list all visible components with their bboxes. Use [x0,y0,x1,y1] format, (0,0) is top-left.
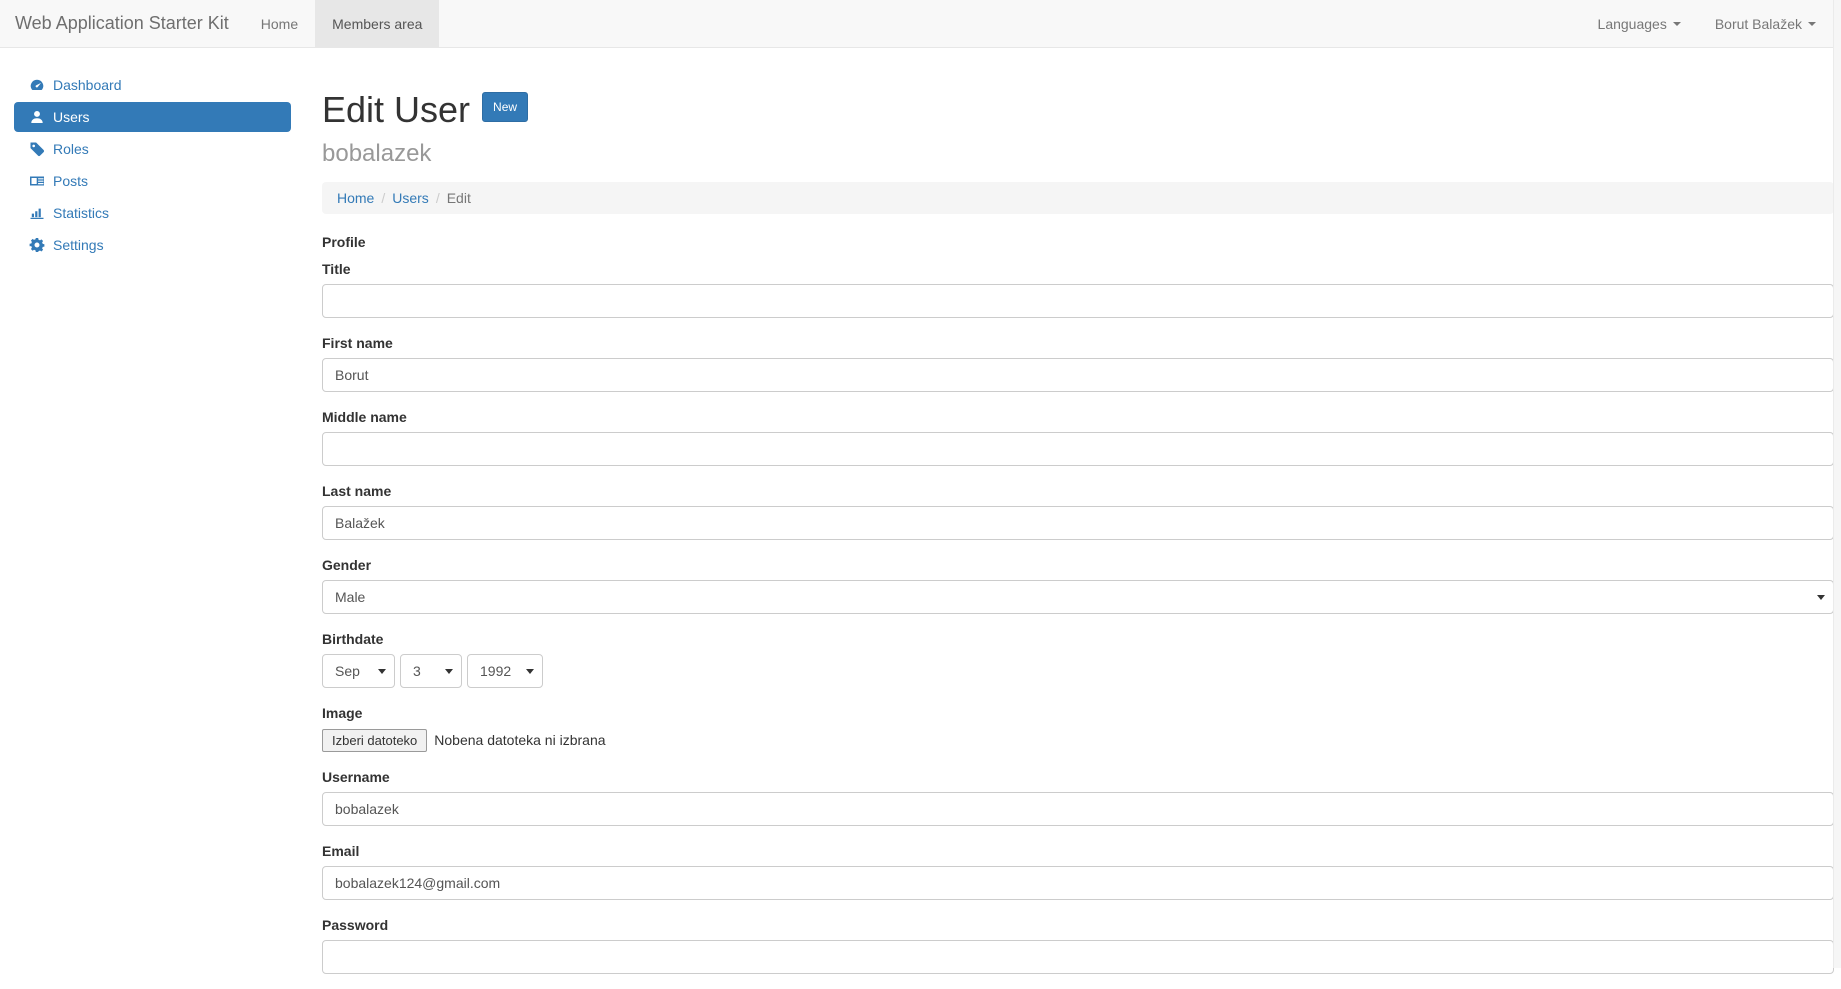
email-label: Email [322,843,360,860]
middle-name-label: Middle name [322,409,407,426]
page-layout: Dashboard Users Roles Posts Statistics S… [0,70,1841,989]
user-dropdown[interactable]: Borut Balažek [1698,0,1833,47]
choose-file-button[interactable]: Izberi datoteko [322,728,428,752]
title-group: Title [322,259,1834,319]
breadcrumb: Home / Users / Edit [322,182,1834,215]
edit-user-form: Profile Title First name Middle name Las… [322,234,1834,975]
breadcrumb-home[interactable]: Home [337,190,374,206]
first-name-label: First name [322,335,393,352]
page-subtitle: bobalazek [322,139,432,167]
sidebar-item-settings[interactable]: Settings [14,230,291,260]
profile-section-label: Profile [322,234,366,251]
birthdate-day-select[interactable]: 3 [400,654,462,689]
title-label: Title [322,261,351,278]
nav-tab-members-area[interactable]: Members area [315,0,440,47]
password-label: Password [322,917,389,934]
username-input[interactable] [322,792,1834,827]
gender-select-wrap: Male [322,580,1834,615]
birthdate-group: Birthdate Sep 3 1992 [322,629,1834,689]
gender-label: Gender [322,557,372,574]
birthdate-label: Birthdate [322,631,384,648]
page-title-text: Edit User [322,89,471,130]
sidebar-item-label: Dashboard [53,77,122,93]
tachometer-icon [29,77,45,93]
breadcrumb-separator: / [435,190,440,207]
main-content: Edit User New bobalazek Home / Users / Ed… [322,70,1834,989]
image-file-input: Izberi datoteko Nobena datoteka ni izbra… [322,728,1834,752]
birthdate-month-select[interactable]: Sep [322,654,395,689]
first-name-group: First name [322,333,1834,393]
sidebar-item-label: Roles [53,141,89,157]
title-input[interactable] [322,284,1834,319]
languages-label: Languages [1597,15,1667,32]
user-name-label: Borut Balažek [1714,15,1802,32]
top-navbar: Web Application Starter Kit Home Members… [0,0,1841,48]
last-name-group: Last name [322,481,1834,541]
image-label: Image [322,705,363,722]
navbar-tabs: Home Members area [244,0,440,47]
birthdate-month-wrap: Sep [322,654,395,689]
breadcrumb-edit: Edit [446,190,471,207]
image-group: Image Izberi datoteko Nobena datoteka ni… [322,703,1834,752]
languages-dropdown[interactable]: Languages [1581,0,1698,47]
file-status-text: Nobena datoteka ni izbrana [434,732,606,749]
sidebar-item-statistics[interactable]: Statistics [14,198,291,228]
username-group: Username [322,767,1834,827]
gear-icon [29,237,45,253]
password-input[interactable] [322,940,1834,975]
middle-name-input[interactable] [322,432,1834,467]
user-icon [29,109,45,125]
email-input[interactable] [322,866,1834,901]
sidebar-item-label: Posts [53,173,89,189]
password-group: Password [322,915,1834,975]
sidebar-item-roles[interactable]: Roles [14,134,291,164]
sidebar-item-label: Users [53,109,90,125]
first-name-input[interactable] [322,358,1834,393]
username-label: Username [322,769,390,786]
breadcrumb-users[interactable]: Users [392,190,429,206]
bar-chart-icon [29,205,45,221]
nav-tab-home[interactable]: Home [244,0,315,47]
new-button[interactable]: New [482,92,529,123]
caret-down-icon [1672,21,1681,26]
caret-down-icon [1808,21,1816,26]
newspaper-icon [29,173,45,189]
sidebar-nav: Dashboard Users Roles Posts Statistics S… [14,70,291,989]
sidebar-item-dashboard[interactable]: Dashboard [14,70,291,100]
sidebar-item-label: Statistics [53,205,110,221]
birthdate-year-wrap: 1992 [467,654,543,689]
navbar-right: Languages Borut Balažek [1581,0,1833,47]
sidebar-item-users[interactable]: Users [14,102,291,132]
gender-group: Gender Male [322,555,1834,615]
sidebar-item-posts[interactable]: Posts [14,166,291,196]
email-group: Email [322,841,1834,901]
sidebar-item-label: Settings [53,237,104,253]
vertical-scrollbar[interactable] [1833,0,1841,968]
gender-select[interactable]: Male [322,580,1834,615]
breadcrumb-separator: / [381,190,386,207]
birthdate-row: Sep 3 1992 [322,654,1834,689]
birthdate-day-wrap: 3 [400,654,462,689]
brand-title[interactable]: Web Application Starter Kit [0,0,244,47]
last-name-label: Last name [322,483,392,500]
birthdate-year-select[interactable]: 1992 [467,654,543,689]
middle-name-group: Middle name [322,407,1834,467]
page-title: Edit User New [322,90,1834,130]
last-name-input[interactable] [322,506,1834,541]
tag-icon [29,141,45,157]
